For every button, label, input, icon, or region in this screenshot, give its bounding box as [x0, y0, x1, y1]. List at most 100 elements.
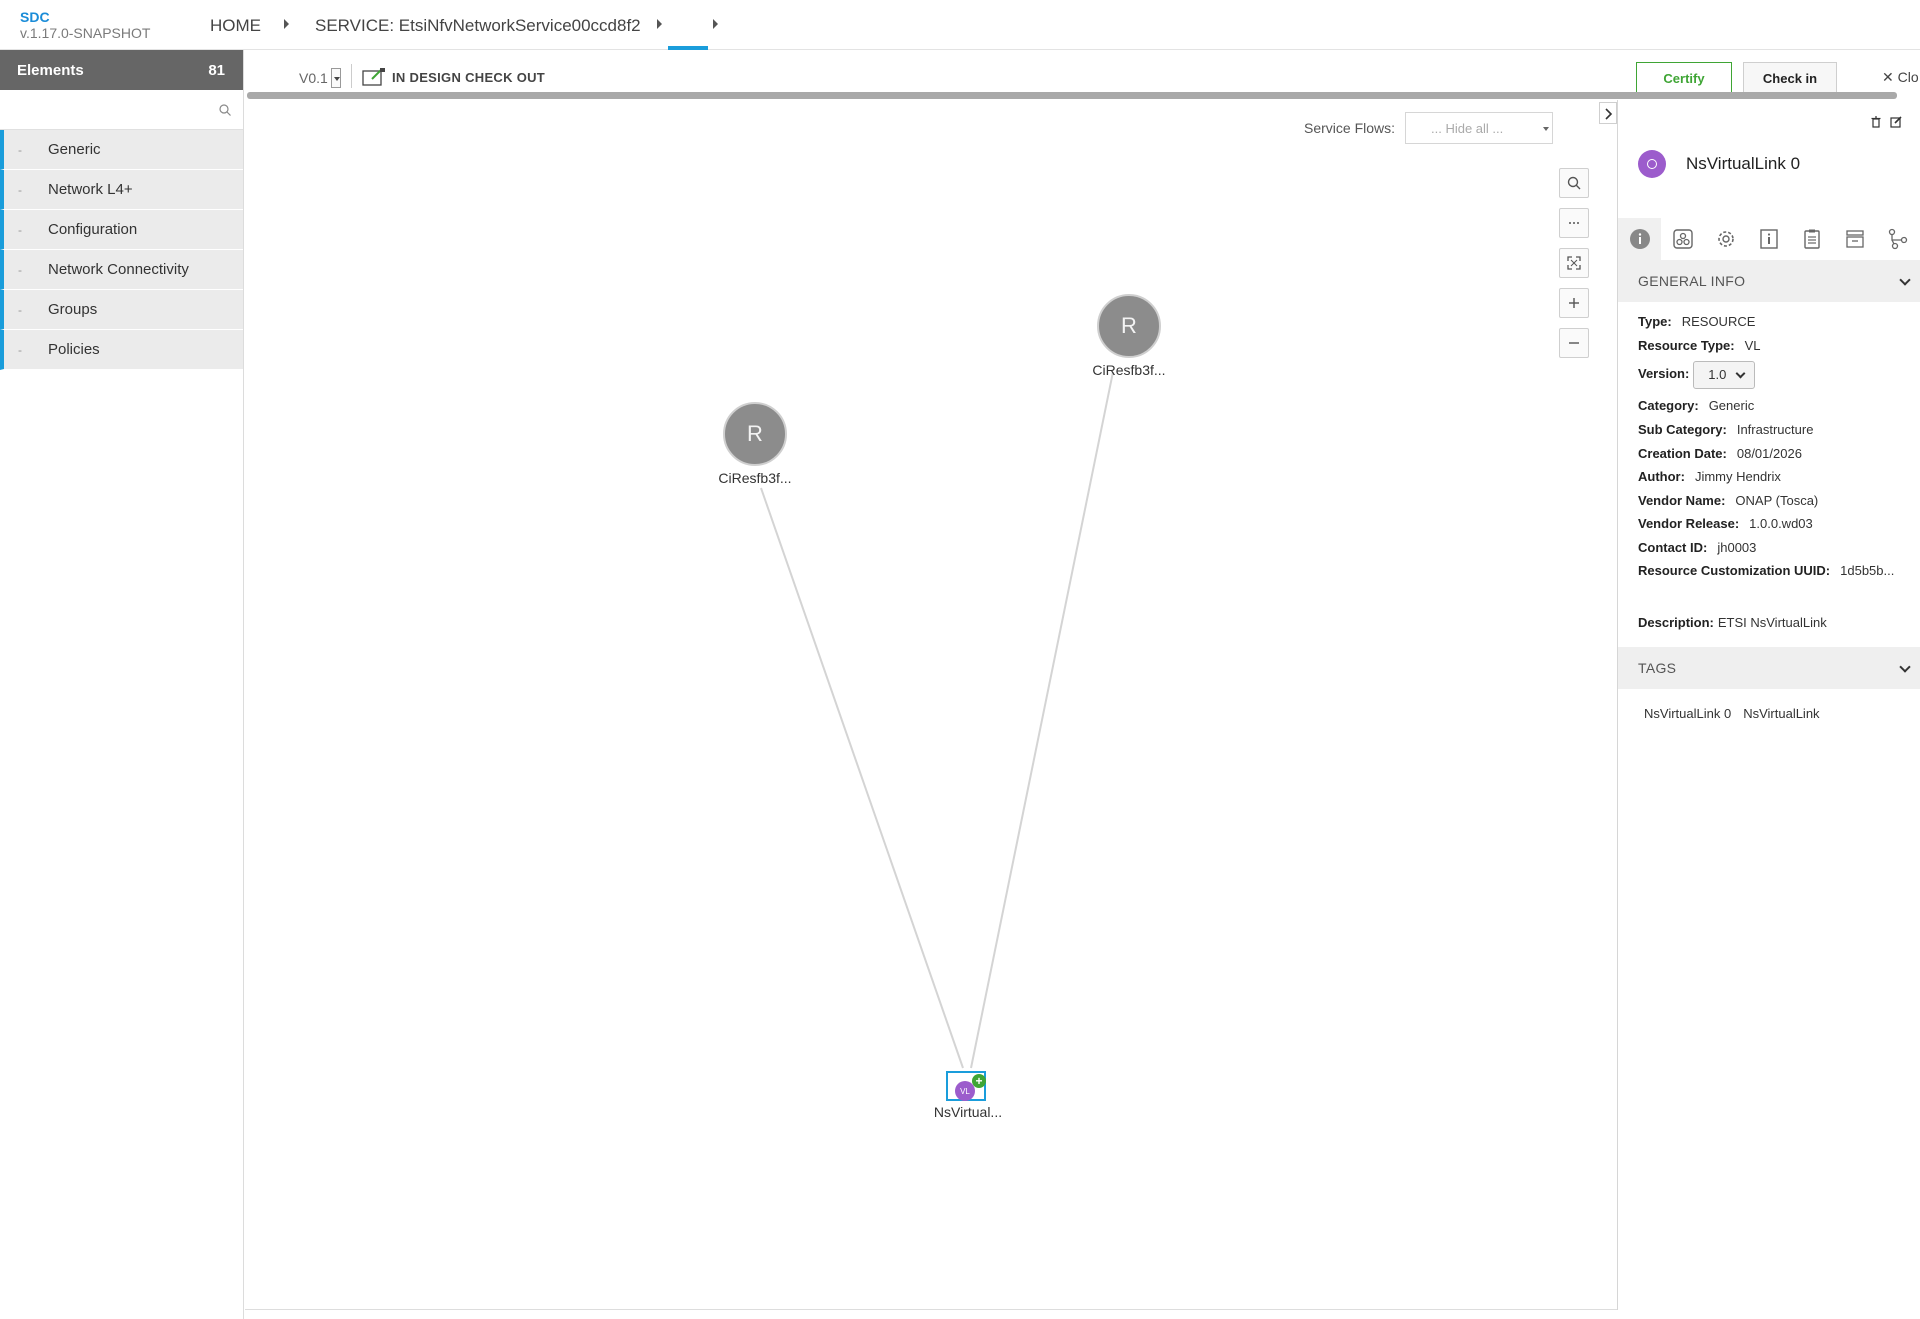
tab-requirements[interactable] [1790, 218, 1833, 260]
info-circle-icon [1629, 229, 1650, 249]
palette-title: Elements [17, 61, 84, 79]
info-row-vendor-release: Vendor Release: 1.0.0.wd03 [1638, 516, 1813, 531]
chevron-down-icon[interactable] [1899, 661, 1911, 673]
tab-information-artifacts[interactable] [1747, 218, 1790, 260]
info-key: Category: [1638, 398, 1699, 413]
info-row-resource-type: Resource Type: VL [1638, 338, 1760, 353]
palette-category-network-connectivity[interactable]: - Network Connectivity [0, 250, 243, 290]
tab-properties[interactable] [1704, 218, 1747, 260]
palette-count: 81 [208, 61, 225, 79]
info-key: Contact ID: [1638, 540, 1708, 555]
tab-general-info[interactable] [1618, 218, 1661, 260]
properties-panel: NsVirtualLink 0 GENERAL INFO Type: RESOUR… [1617, 100, 1920, 1310]
info-key: Vendor Name: [1638, 493, 1726, 508]
tag-item: NsVirtualLink [1743, 706, 1820, 721]
app-version: v.1.17.0-SNAPSHOT [20, 25, 151, 41]
composition-canvas[interactable]: Service Flows: ... Hide all ... R CiResf… [245, 100, 1617, 1310]
ellipsis-icon [1569, 222, 1579, 224]
palette-category-generic[interactable]: - Generic [0, 130, 243, 170]
info-row-customization-uuid: Resource Customization UUID: 1d5b5b... [1638, 563, 1894, 578]
close-button[interactable]: ✕ Clo [1882, 69, 1919, 86]
tags-section-header[interactable]: TAGS [1618, 647, 1920, 689]
resource-node-icon[interactable]: R [723, 402, 787, 466]
close-icon: ✕ [1882, 69, 1898, 85]
tab-composition[interactable] [1833, 218, 1876, 260]
breadcrumb-service[interactable]: SERVICE: EtsiNfvNetworkService00ccd8f2 [315, 16, 641, 36]
info-key: Resource Customization UUID: [1638, 563, 1831, 578]
breadcrumb-arrow-icon[interactable] [284, 19, 289, 29]
resource-node[interactable]: R CiResfb3f... [1079, 294, 1179, 378]
deployment-icon [1672, 229, 1693, 249]
info-value: Infrastructure [1736, 422, 1814, 437]
collapse-dash-icon: - [18, 142, 22, 157]
info-row-description: Description: ETSI NsVirtualLink [1638, 615, 1827, 630]
workspace-toolbar: V0.1 IN DESIGN CHECK OUT Certify Check i… [245, 50, 1920, 94]
checkout-status-icon [362, 68, 385, 86]
breadcrumb-arrow-icon[interactable] [657, 19, 662, 29]
virtual-link-node[interactable]: VL + [946, 1071, 986, 1101]
fit-icon [1567, 256, 1581, 270]
add-connection-icon[interactable]: + [972, 1074, 986, 1088]
info-key: Description: [1638, 615, 1714, 630]
tags-list: NsVirtualLink 0 NsVirtualLink [1644, 706, 1820, 721]
palette-category-policies[interactable]: - Policies [0, 330, 243, 370]
palette-category-network-l4[interactable]: - Network L4+ [0, 170, 243, 210]
link-line[interactable] [760, 487, 964, 1069]
info-value: Generic [1708, 398, 1755, 413]
canvas-search-button[interactable] [1559, 168, 1589, 198]
virtual-link-node-label: NsVirtual... [933, 1104, 1003, 1120]
info-value: Jimmy Hendrix [1694, 469, 1781, 484]
certify-button[interactable]: Certify [1636, 62, 1732, 94]
category-label: Generic [48, 141, 101, 158]
info-row-vendor-name: Vendor Name: ONAP (Tosca) [1638, 493, 1818, 508]
edit-icon[interactable] [1890, 116, 1902, 128]
trash-icon[interactable] [1870, 116, 1882, 128]
plus-icon [1569, 298, 1579, 308]
chevron-down-icon[interactable] [1899, 274, 1911, 286]
close-label: Clo [1897, 69, 1919, 85]
info-value: ETSI NsVirtualLink [1717, 615, 1827, 630]
info-key: Author: [1638, 469, 1685, 484]
breadcrumb-arrow-icon[interactable] [713, 19, 718, 29]
info-key: Resource Type: [1638, 338, 1735, 353]
general-info-section-header[interactable]: GENERAL INFO [1618, 260, 1920, 302]
info-row-author: Author: Jimmy Hendrix [1638, 469, 1781, 484]
palette-category-groups[interactable]: - Groups [0, 290, 243, 330]
minus-icon [1569, 342, 1579, 344]
version-dropdown-icon[interactable] [331, 68, 341, 88]
search-icon[interactable] [219, 104, 231, 116]
tab-relations[interactable] [1876, 218, 1919, 260]
tab-deployment-artifacts[interactable] [1661, 218, 1704, 260]
info-key: Type: [1638, 314, 1672, 329]
panel-collapse-button[interactable] [1599, 102, 1617, 124]
palette-search-input[interactable] [0, 90, 243, 129]
panel-actions [1870, 116, 1902, 128]
version-selector[interactable]: V0.1 [299, 70, 328, 86]
check-in-button[interactable]: Check in [1743, 62, 1837, 94]
chevron-right-icon [1605, 108, 1613, 120]
resource-node-icon[interactable]: R [1097, 294, 1161, 358]
resource-node[interactable]: R CiResfb3f... [705, 402, 805, 486]
collapse-dash-icon: - [18, 342, 22, 357]
version-select[interactable]: 1.0 [1693, 361, 1756, 389]
category-label: Groups [48, 301, 98, 318]
app-logo[interactable]: SDC v.1.17.0-SNAPSHOT [20, 9, 150, 41]
zoom-in-button[interactable] [1559, 288, 1589, 318]
info-row-version: Version: 1.0 [1638, 361, 1756, 389]
panel-tabs [1618, 218, 1920, 260]
breadcrumb-home[interactable]: HOME [210, 16, 261, 36]
info-box-icon [1759, 229, 1778, 249]
service-flows-select[interactable]: ... Hide all ... [1405, 112, 1553, 144]
palette-search [0, 90, 243, 130]
fit-to-screen-button[interactable] [1559, 248, 1589, 278]
zoom-out-button[interactable] [1559, 328, 1589, 358]
link-line[interactable] [970, 371, 1114, 1069]
info-value: VL [1744, 338, 1761, 353]
palette-category-configuration[interactable]: - Configuration [0, 210, 243, 250]
info-row-sub-category: Sub Category: Infrastructure [1638, 422, 1813, 437]
canvas-links [760, 371, 1114, 1069]
info-row-contact-id: Contact ID: jh0003 [1638, 540, 1756, 555]
canvas-more-button[interactable] [1559, 208, 1589, 238]
resource-node-label: CiResfb3f... [718, 470, 792, 486]
horizontal-scrollbar[interactable] [247, 92, 1897, 99]
